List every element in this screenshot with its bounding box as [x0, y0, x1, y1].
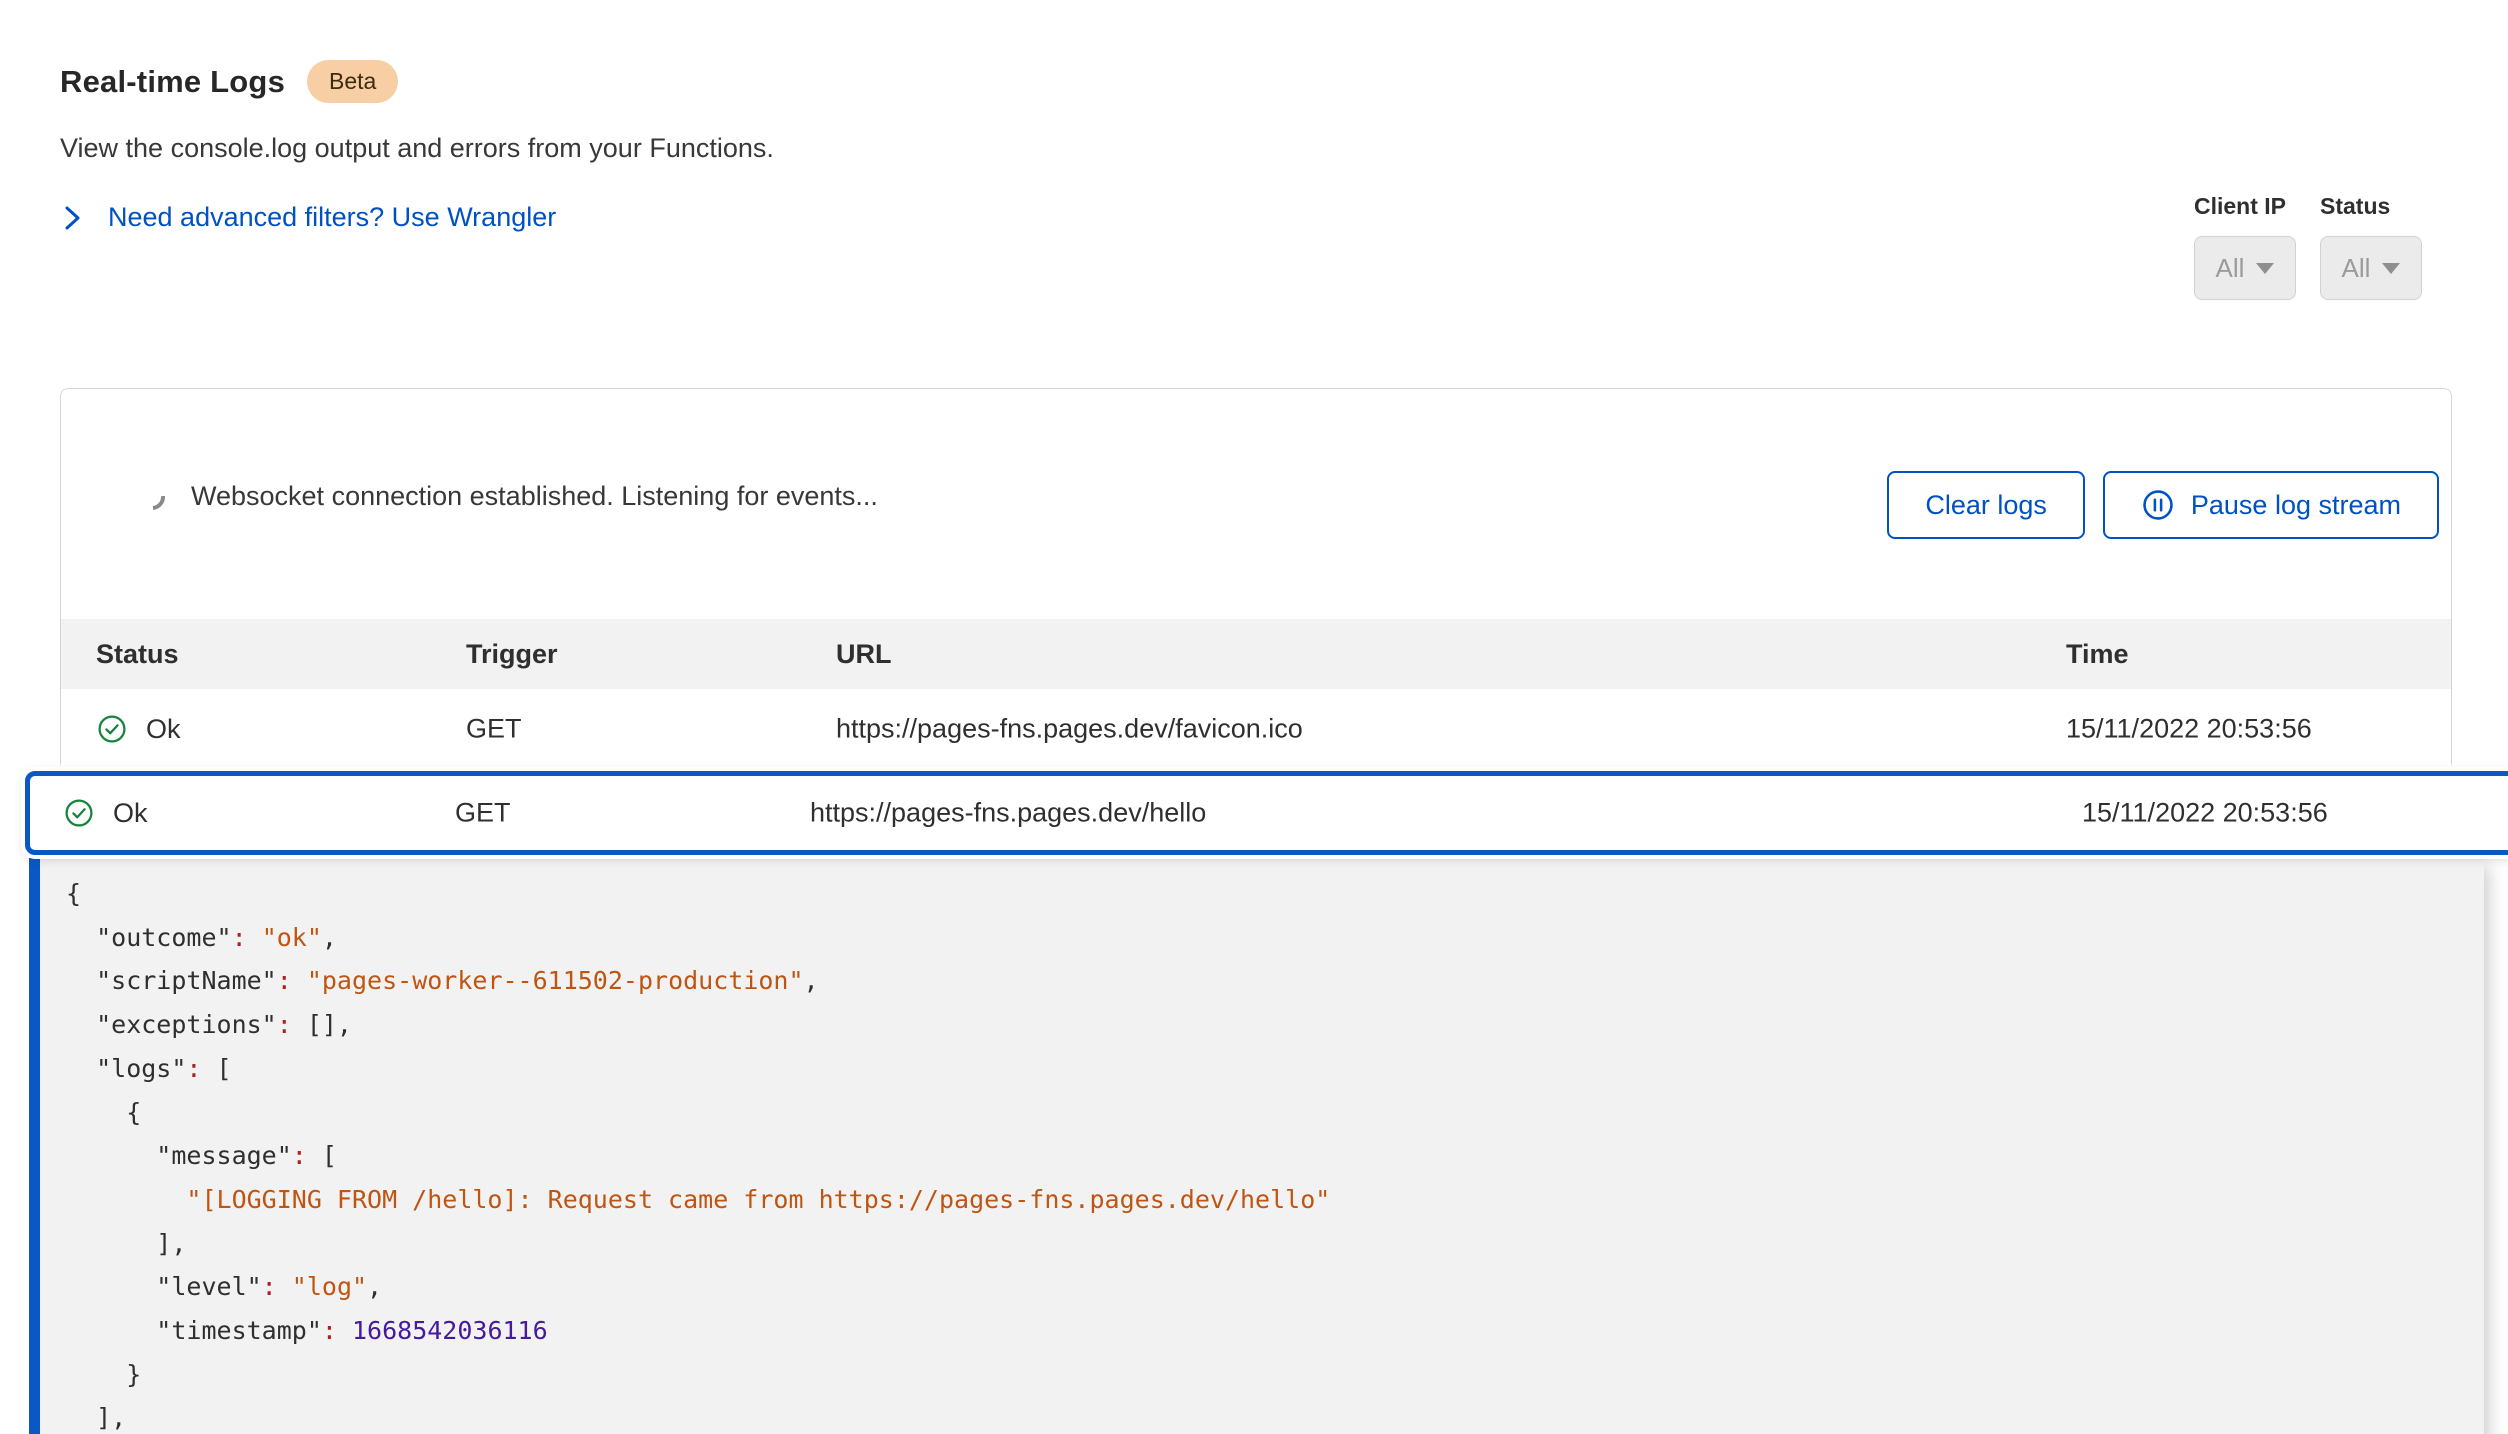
spinner-icon: [134, 478, 171, 515]
row-url: https://pages-fns.pages.dev/favicon.ico: [836, 714, 1303, 745]
stream-actions: Clear logs Pause log stream: [1887, 471, 2439, 539]
check-circle-icon: [96, 713, 128, 745]
clear-logs-label: Clear logs: [1925, 490, 2047, 521]
caret-down-icon: [2256, 263, 2274, 274]
column-time: Time: [2066, 639, 2129, 670]
row-time: 15/11/2022 20:53:56: [2066, 714, 2312, 745]
code-line: "scriptName": "pages-worker--611502-prod…: [66, 959, 2484, 1003]
code-line: {: [66, 1091, 2484, 1135]
filter-client-ip: Client IP All: [2194, 193, 2296, 300]
stream-status: Websocket connection established. Listen…: [139, 481, 878, 512]
pause-circle-icon: [2141, 488, 2175, 522]
table-row-expanded[interactable]: Ok GET https://pages-fns.pages.dev/hello…: [25, 771, 2508, 855]
code-line: "message": [: [66, 1134, 2484, 1178]
code-line: ],: [66, 1222, 2484, 1266]
caret-down-icon: [2382, 263, 2400, 274]
code-line: "logs": [: [66, 1047, 2484, 1091]
row-time: 15/11/2022 20:53:56: [2082, 798, 2328, 829]
page-title: Real-time Logs: [60, 64, 285, 100]
row-trigger: GET: [466, 714, 522, 745]
row-url: https://pages-fns.pages.dev/hello: [810, 798, 1206, 829]
realtime-logs-page: Real-time Logs Beta View the console.log…: [0, 0, 2508, 1434]
column-status: Status: [96, 639, 179, 670]
check-circle-icon: [63, 797, 95, 829]
pause-log-stream-label: Pause log stream: [2191, 490, 2401, 521]
filter-status-select[interactable]: All: [2320, 236, 2422, 300]
stream-bar: Websocket connection established. Listen…: [61, 389, 2451, 619]
row-trigger: GET: [455, 798, 511, 829]
table-row[interactable]: Ok GET https://pages-fns.pages.dev/favic…: [61, 689, 2451, 769]
code-line: "[LOGGING FROM /hello]: Request came fro…: [66, 1178, 2484, 1222]
filter-status: Status All: [2320, 193, 2422, 300]
table-header: Status Trigger URL Time: [61, 619, 2451, 689]
row-status: Ok: [96, 713, 181, 745]
filter-status-label: Status: [2320, 193, 2422, 220]
chevron-right-icon: [60, 204, 84, 232]
log-json-code: { "outcome": "ok", "scriptName": "pages-…: [66, 872, 2484, 1434]
page-header: Real-time Logs Beta View the console.log…: [60, 60, 774, 233]
code-line: "exceptions": [],: [66, 1003, 2484, 1047]
advanced-filters-label: Need advanced filters? Use Wrangler: [108, 202, 556, 233]
row-status: Ok: [63, 797, 148, 829]
clear-logs-button[interactable]: Clear logs: [1887, 471, 2085, 539]
filter-client-ip-label: Client IP: [2194, 193, 2296, 220]
column-url: URL: [836, 639, 892, 670]
filter-status-value: All: [2342, 253, 2371, 284]
log-detail-panel: { "outcome": "ok", "scriptName": "pages-…: [29, 858, 2484, 1434]
code-line: "level": "log",: [66, 1265, 2484, 1309]
column-trigger: Trigger: [466, 639, 558, 670]
filter-client-ip-select[interactable]: All: [2194, 236, 2296, 300]
page-subtitle: View the console.log output and errors f…: [60, 133, 774, 164]
code-line: {: [66, 872, 2484, 916]
stream-status-text: Websocket connection established. Listen…: [191, 481, 878, 512]
log-card: Websocket connection established. Listen…: [60, 388, 2452, 770]
row-status-label: Ok: [113, 798, 148, 829]
beta-badge: Beta: [307, 60, 398, 103]
row-status-label: Ok: [146, 714, 181, 745]
filters: Client IP All Status All: [2194, 193, 2422, 300]
filter-client-ip-value: All: [2216, 253, 2245, 284]
pause-log-stream-button[interactable]: Pause log stream: [2103, 471, 2439, 539]
advanced-filters-link[interactable]: Need advanced filters? Use Wrangler: [60, 202, 556, 233]
code-line: "outcome": "ok",: [66, 916, 2484, 960]
code-line: "timestamp": 1668542036116: [66, 1309, 2484, 1353]
code-line: ],: [66, 1396, 2484, 1434]
code-line: }: [66, 1353, 2484, 1397]
